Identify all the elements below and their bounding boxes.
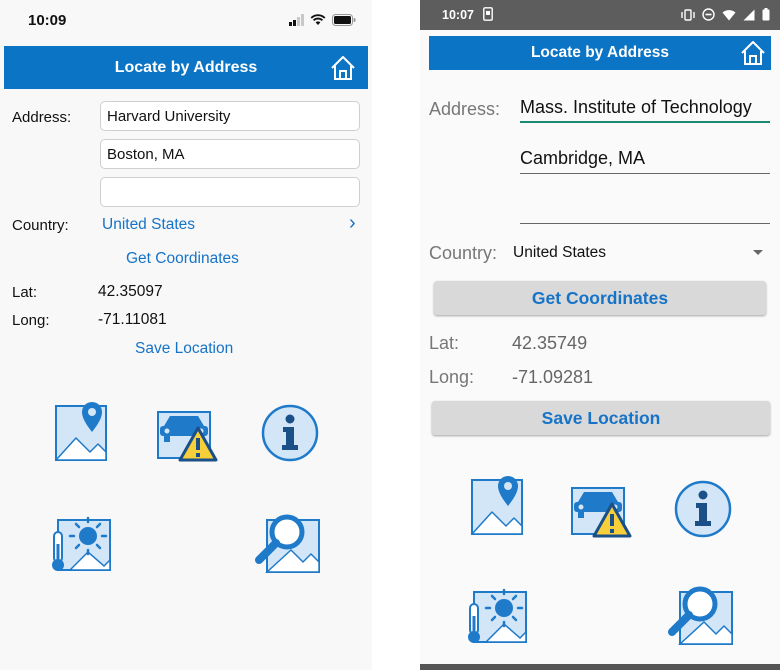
weather-tile[interactable]	[48, 510, 114, 574]
map-location-tile[interactable]	[468, 472, 528, 536]
home-icon	[741, 41, 765, 65]
map-pin-icon	[55, 401, 107, 461]
chevron-right-icon[interactable]: ›	[349, 212, 356, 235]
address-line3-input[interactable]	[100, 177, 360, 207]
map-search-icon	[253, 508, 323, 576]
country-select[interactable]: United States	[102, 216, 195, 234]
ios-screen: 10:09 Locate by Address Address: Country…	[0, 0, 372, 670]
long-value: -71.11081	[98, 311, 167, 328]
address-label: Address:	[429, 99, 501, 119]
traffic-warning-icon	[570, 486, 632, 538]
android-statusbar: 10:07	[420, 0, 780, 30]
ios-navbar-title: Locate by Address	[114, 58, 258, 76]
weather-icon	[50, 516, 112, 573]
signal-icon	[289, 14, 304, 26]
lat-label: Lat:	[12, 284, 38, 301]
traffic-warning-icon	[156, 410, 218, 462]
cell-signal-icon	[743, 9, 755, 20]
ios-navbar: Locate by Address	[4, 46, 368, 89]
battery-icon	[762, 8, 770, 21]
screenshot-notification-icon	[483, 7, 493, 26]
map-search-tile[interactable]	[666, 580, 736, 648]
home-icon	[331, 55, 355, 80]
country-select[interactable]: United States	[513, 240, 765, 266]
do-not-disturb-icon	[702, 8, 715, 21]
info-icon	[674, 480, 732, 538]
android-navbar-title: Locate by Address	[530, 44, 670, 61]
vibrate-icon	[681, 8, 695, 21]
address-line1-input[interactable]	[520, 93, 770, 123]
android-screen: 10:07 Locate by Address Address: Country…	[420, 0, 780, 670]
weather-icon	[466, 588, 528, 645]
battery-icon	[332, 14, 356, 26]
home-button[interactable]	[328, 53, 358, 83]
address-line3-input[interactable]	[520, 194, 770, 224]
wifi-icon	[310, 14, 326, 26]
ios-status-icons	[289, 12, 356, 28]
map-search-icon	[666, 580, 736, 648]
traffic-tile[interactable]	[568, 480, 632, 538]
android-navigation-bar	[420, 664, 780, 670]
map-location-tile[interactable]	[52, 398, 112, 462]
traffic-tile[interactable]	[154, 404, 218, 462]
long-label: Long:	[429, 367, 475, 387]
android-status-time: 10:07	[442, 8, 474, 22]
address-line1-input[interactable]	[100, 101, 360, 131]
long-label: Long:	[12, 312, 50, 329]
map-pin-icon	[471, 475, 523, 535]
weather-tile[interactable]	[464, 582, 530, 646]
address-label: Address:	[12, 109, 72, 126]
info-icon	[261, 404, 319, 462]
long-value: -71.09281	[512, 367, 594, 387]
country-select-value: United States	[513, 244, 607, 261]
lat-value: 42.35097	[98, 283, 163, 300]
info-tile[interactable]	[260, 403, 320, 463]
lat-value: 42.35749	[512, 333, 588, 353]
address-line2-input[interactable]	[100, 139, 360, 169]
dropdown-caret-icon	[753, 250, 763, 255]
android-navbar: Locate by Address	[429, 36, 771, 70]
wifi-icon	[722, 9, 736, 20]
country-label: Country:	[429, 243, 498, 263]
get-coordinates-button[interactable]: Get Coordinates	[126, 250, 239, 268]
save-location-button[interactable]: Save Location	[135, 340, 233, 358]
save-location-button[interactable]: Save Location	[432, 401, 770, 435]
country-label: Country:	[12, 217, 69, 234]
lat-label: Lat:	[429, 333, 460, 353]
get-coordinates-button[interactable]: Get Coordinates	[434, 281, 766, 315]
ios-status-time: 10:09	[28, 12, 67, 29]
address-line2-input[interactable]	[520, 144, 770, 174]
map-search-tile[interactable]	[253, 508, 323, 576]
info-tile[interactable]	[673, 479, 733, 539]
home-button[interactable]	[738, 38, 768, 68]
